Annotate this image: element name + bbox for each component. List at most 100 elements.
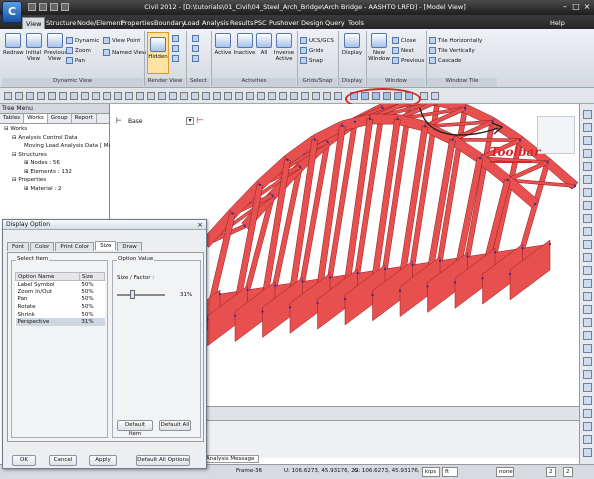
toolbar-tool-icon[interactable] xyxy=(301,92,309,100)
toolbar-tool-icon[interactable] xyxy=(191,92,199,100)
toolbar-tool-icon[interactable] xyxy=(202,92,210,100)
close-window-button[interactable]: Close xyxy=(392,37,416,44)
named-view-button[interactable]: Named View xyxy=(103,49,147,56)
toolbar-tool-icon[interactable] xyxy=(312,92,320,100)
tab-tables[interactable]: Tables xyxy=(0,114,25,123)
initial-view-button[interactable]: Initial View xyxy=(24,33,43,62)
display-button[interactable]: Display xyxy=(341,33,363,56)
toolbar-tool-icon[interactable] xyxy=(103,92,111,100)
default-all-options-button[interactable]: Default All Options xyxy=(136,455,190,466)
new-window-button[interactable]: New Window xyxy=(368,33,390,62)
right-tool-icon[interactable] xyxy=(583,149,592,158)
tree-item[interactable]: ⊞ Nodes : 56 xyxy=(2,159,107,168)
toolbar-tool-icon[interactable] xyxy=(158,92,166,100)
toolbar-tool-icon[interactable] xyxy=(257,92,265,100)
cancel-button[interactable]: Cancel xyxy=(49,455,77,466)
force-unit-select[interactable]: kips xyxy=(422,467,440,477)
tree-item[interactable]: ⊞ Material : 2 xyxy=(2,185,107,194)
tree-item[interactable]: ⊟ Analysis Control Data xyxy=(2,134,107,143)
tab-tools[interactable]: Tools xyxy=(345,17,367,29)
toolbar-tool-icon[interactable] xyxy=(147,92,155,100)
view-dropdown[interactable]: ▾ xyxy=(186,117,194,125)
previous-view-button[interactable]: Previous View xyxy=(44,33,67,62)
toolbar-tool-icon[interactable] xyxy=(70,92,78,100)
toolbar-tool-icon[interactable] xyxy=(334,92,342,100)
toolbar-tool-icon[interactable] xyxy=(114,92,122,100)
toolbar-tool-icon[interactable] xyxy=(4,92,12,100)
tab-analysis-message[interactable]: Analysis Message xyxy=(202,455,259,463)
right-tool-icon[interactable] xyxy=(583,240,592,249)
tree-item[interactable]: ⊟ Properties xyxy=(2,176,107,185)
right-tool-icon[interactable] xyxy=(583,110,592,119)
dynamic-button[interactable]: Dynamic xyxy=(66,37,99,44)
tab-size[interactable]: Size xyxy=(95,241,117,250)
page-current[interactable]: 2 xyxy=(546,467,556,477)
previous-window-button[interactable]: Previous xyxy=(392,57,424,64)
toolbar-tool-icon[interactable] xyxy=(323,92,331,100)
right-tool-icon[interactable] xyxy=(583,279,592,288)
zoom-button[interactable]: Zoom xyxy=(66,47,91,54)
apply-button[interactable]: Apply xyxy=(89,455,117,466)
right-tool-icon[interactable] xyxy=(583,188,592,197)
right-tool-icon[interactable] xyxy=(583,435,592,444)
toolbar-tool-icon[interactable] xyxy=(136,92,144,100)
tab-color[interactable]: Color xyxy=(29,242,55,251)
redraw-button[interactable]: Redraw xyxy=(3,33,24,56)
app-logo[interactable]: C xyxy=(2,1,22,23)
tab-group[interactable]: Group xyxy=(48,114,72,123)
toolbar-tool-icon[interactable] xyxy=(92,92,100,100)
tree-item[interactable]: ⊟ Structures xyxy=(2,151,107,160)
right-tool-icon[interactable] xyxy=(583,201,592,210)
minimize-icon[interactable]: – xyxy=(560,2,570,12)
right-tool-icon[interactable] xyxy=(583,123,592,132)
list-item[interactable]: Label Symbol 50% xyxy=(16,281,105,289)
tab-font[interactable]: Font xyxy=(7,242,29,251)
length-unit-select[interactable]: ft xyxy=(442,467,458,477)
right-tool-icon[interactable] xyxy=(583,227,592,236)
filter-select[interactable]: none xyxy=(496,467,514,477)
dialog-close-icon[interactable]: × xyxy=(197,221,203,229)
right-tool-icon[interactable] xyxy=(583,409,592,418)
right-tool-icon[interactable] xyxy=(583,396,592,405)
all-button[interactable]: All xyxy=(256,33,272,56)
toolbar-tool-icon[interactable] xyxy=(180,92,188,100)
toolbar-tool-icon[interactable] xyxy=(169,92,177,100)
tree-item[interactable]: ⊟ Works xyxy=(2,125,107,134)
tab-query[interactable]: Query xyxy=(322,17,348,29)
tab-draw[interactable]: Draw xyxy=(117,242,142,251)
render-option-icon[interactable] xyxy=(172,55,179,62)
tile-horizontally-button[interactable]: Tile Horizontally xyxy=(429,37,482,44)
select-pointer-icon[interactable] xyxy=(192,35,199,42)
tile-vertically-button[interactable]: Tile Vertically xyxy=(429,47,475,54)
toolbar-tool-icon[interactable] xyxy=(224,92,232,100)
close-icon[interactable]: × xyxy=(582,2,592,12)
toolbar-tool-icon[interactable] xyxy=(59,92,67,100)
select-polygon-icon[interactable] xyxy=(192,55,199,62)
right-tool-icon[interactable] xyxy=(583,357,592,366)
undo-icon[interactable] xyxy=(61,3,69,11)
grids-button[interactable]: Grids xyxy=(300,47,323,54)
tab-print-color[interactable]: Print Color xyxy=(55,242,95,251)
tree-item[interactable]: Moving Load Analysis Data [ Method xyxy=(2,142,124,151)
right-tool-icon[interactable] xyxy=(583,370,592,379)
toolbar-tool-icon[interactable] xyxy=(81,92,89,100)
ok-button[interactable]: OK xyxy=(12,455,36,466)
right-tool-icon[interactable] xyxy=(583,162,592,171)
right-tool-icon[interactable] xyxy=(583,136,592,145)
right-tool-icon[interactable] xyxy=(583,331,592,340)
help-menu[interactable]: Help xyxy=(547,17,568,29)
ucs-gcs-button[interactable]: UCS/GCS xyxy=(300,37,334,44)
view-point-button[interactable]: View Point xyxy=(103,37,140,44)
render-option-icon[interactable] xyxy=(172,35,179,42)
inactive-button[interactable]: Inactive xyxy=(233,33,256,56)
right-tool-icon[interactable] xyxy=(583,422,592,431)
right-tool-icon[interactable] xyxy=(583,383,592,392)
tab-works[interactable]: Works xyxy=(24,114,48,123)
default-item-button[interactable]: Default Item xyxy=(117,420,153,437)
tab-view[interactable]: View xyxy=(22,17,46,29)
active-button[interactable]: Active xyxy=(213,33,233,56)
toolbar-tool-icon[interactable] xyxy=(290,92,298,100)
default-all-button[interactable]: Default All xyxy=(159,420,191,431)
snap-button[interactable]: Snap xyxy=(300,57,323,64)
inverse-active-button[interactable]: Inverse Active xyxy=(273,33,295,62)
